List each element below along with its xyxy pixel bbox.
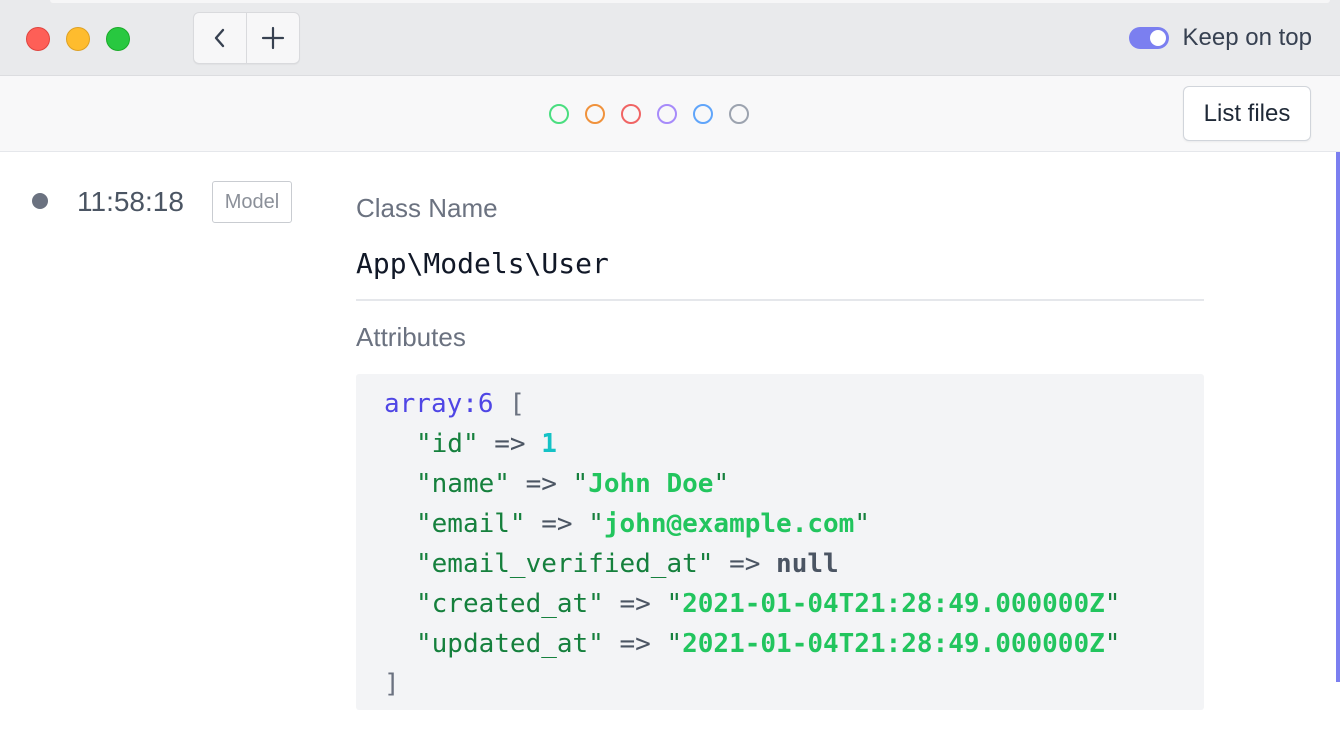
dump-open-line: array:6 [: [384, 384, 1204, 424]
color-filter-gray[interactable]: [729, 104, 749, 124]
minimize-window-button[interactable]: [66, 27, 90, 51]
dump-arrow: =>: [729, 549, 761, 579]
plus-icon: [261, 26, 285, 50]
section-divider: [356, 299, 1204, 301]
dump-arrow: =>: [494, 429, 526, 459]
keep-on-top-control[interactable]: Keep on top: [1128, 22, 1312, 54]
class-name-label: Class Name: [356, 193, 498, 223]
dump-key: "created_at": [416, 589, 604, 619]
attributes-dump: array:6 [ "id" => 1 "name" => "John Doe" "…: [356, 374, 1204, 710]
color-filter-green[interactable]: [549, 104, 569, 124]
zoom-window-button[interactable]: [106, 27, 130, 51]
keep-on-top-label: Keep on top: [1182, 24, 1312, 51]
dump-quote: ": [713, 469, 730, 499]
dump-row: "updated_at" => "2021-01-04T21:28:49.000…: [384, 624, 1204, 664]
dump-open-bracket: [: [509, 389, 525, 419]
toggle-knob: [1149, 30, 1166, 46]
dump-value: john@example.com: [603, 509, 855, 539]
dump-arrow: =>: [619, 589, 651, 619]
dump-value: null: [776, 549, 839, 579]
dump-key: "id": [416, 429, 479, 459]
entry-timestamp: 11:58:18: [77, 186, 184, 217]
dump-key: "name": [416, 469, 510, 499]
dump-arrow: =>: [619, 629, 651, 659]
dump-row: "email_verified_at" => null: [384, 544, 1204, 584]
dump-quote: ": [588, 509, 604, 539]
list-files-button[interactable]: List files: [1183, 86, 1311, 141]
dump-quote: ": [1104, 629, 1121, 659]
dump-value: 1: [541, 429, 557, 459]
dump-rows: "id" => 1 "name" => "John Doe" "email" => …: [384, 424, 1204, 664]
dump-quote: ": [666, 589, 683, 619]
dump-key: "updated_at": [416, 629, 604, 659]
color-filter-group: [549, 104, 749, 124]
dump-value: 2021-01-04T21:28:49.000000Z: [682, 629, 1105, 659]
entry-type-badge: Model: [212, 181, 292, 223]
dump-arrow: =>: [525, 469, 557, 499]
dump-close-line: ]: [384, 664, 1204, 704]
title-bar: Keep on top: [0, 0, 1340, 76]
dump-quote: ": [1104, 589, 1121, 619]
class-name-value: App\Models\User: [356, 247, 609, 280]
dump-quote: ": [572, 469, 589, 499]
dump-key: "email_verified_at": [416, 549, 714, 579]
attributes-label: Attributes: [356, 322, 466, 352]
back-button[interactable]: [194, 13, 246, 63]
dump-close-bracket: ]: [384, 669, 400, 699]
dump-row: "name" => "John Doe": [384, 464, 1204, 504]
dump-key: "email": [416, 509, 526, 539]
dump-type: array:6: [384, 389, 494, 419]
close-window-button[interactable]: [26, 27, 50, 51]
chevron-left-icon: [214, 28, 225, 48]
color-filter-orange[interactable]: [585, 104, 605, 124]
color-filter-red[interactable]: [621, 104, 641, 124]
color-filter-purple[interactable]: [657, 104, 677, 124]
dump-value: John Doe: [588, 469, 714, 499]
dump-value: 2021-01-04T21:28:49.000000Z: [682, 589, 1105, 619]
dump-arrow: =>: [541, 509, 573, 539]
color-filter-blue[interactable]: [693, 104, 713, 124]
dump-quote: ": [854, 509, 870, 539]
title-bar-highlight: [50, 0, 1330, 3]
dump-quote: ": [666, 629, 683, 659]
nav-button-group: [193, 12, 300, 64]
active-entry-indicator: [1336, 152, 1340, 682]
dump-row: "created_at" => "2021-01-04T21:28:49.000…: [384, 584, 1204, 624]
dump-row: "id" => 1: [384, 424, 1204, 464]
add-button[interactable]: [246, 13, 299, 63]
entry-status-dot: [32, 193, 48, 209]
toolbar: List files: [0, 76, 1340, 152]
keep-on-top-toggle[interactable]: [1128, 27, 1169, 49]
dump-row: "email" => "john@example.com": [384, 504, 1204, 544]
